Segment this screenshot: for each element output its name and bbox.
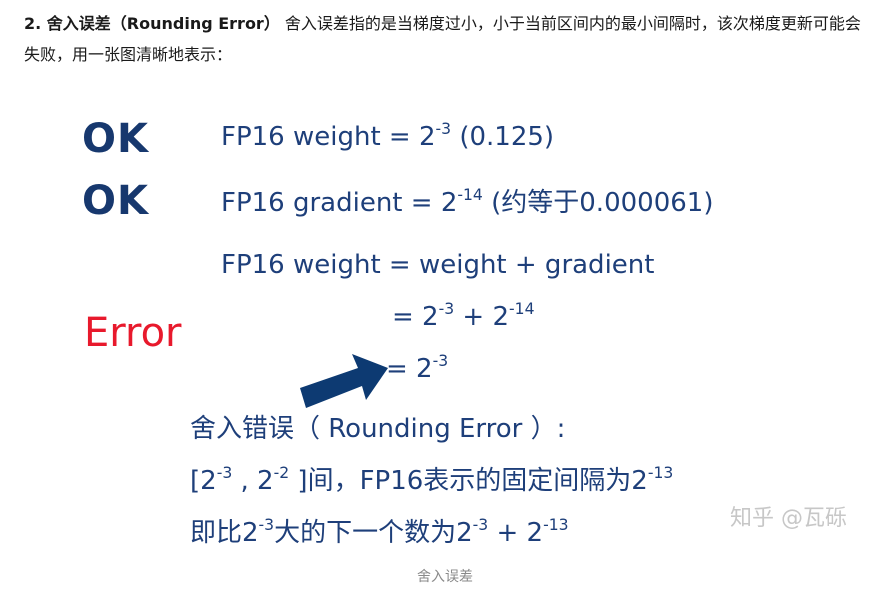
watermark: 知乎 @瓦砾 bbox=[730, 506, 847, 531]
interval-note: [2-3 , 2-2 ]间，FP16表示的固定间隔为2-13 bbox=[190, 464, 674, 496]
sum-line: = 2-3 + 2-14 bbox=[392, 300, 535, 332]
body-paragraph: 2. 舍入误差（Rounding Error） 舍入误差指的是当梯度过小，小于当… bbox=[24, 8, 874, 70]
arrow-right-icon bbox=[300, 354, 388, 408]
ok-label-2: OK bbox=[82, 178, 149, 224]
rounding-error-title: 舍入错误（ Rounding Error ）: bbox=[190, 414, 566, 444]
error-label: Error bbox=[84, 310, 182, 356]
section-heading: 2. 舍入误差（Rounding Error） bbox=[24, 14, 280, 33]
weight-update-line: FP16 weight = weight + gradient bbox=[221, 250, 655, 280]
fp16-weight-line: FP16 weight = 2-3 (0.125) bbox=[221, 120, 555, 152]
next-number-note: 即比2-3大的下一个数为2-3 + 2-13 bbox=[190, 516, 569, 548]
fp16-gradient-line: FP16 gradient = 2-14 (约等于0.000061) bbox=[221, 186, 714, 218]
rounding-error-figure: OK OK Error FP16 weight = 2-3 (0.125) FP… bbox=[24, 86, 874, 556]
ok-label-1: OK bbox=[82, 116, 149, 162]
figure-caption: 舍入误差 bbox=[417, 569, 473, 585]
result-line: = 2-3 bbox=[386, 352, 449, 384]
